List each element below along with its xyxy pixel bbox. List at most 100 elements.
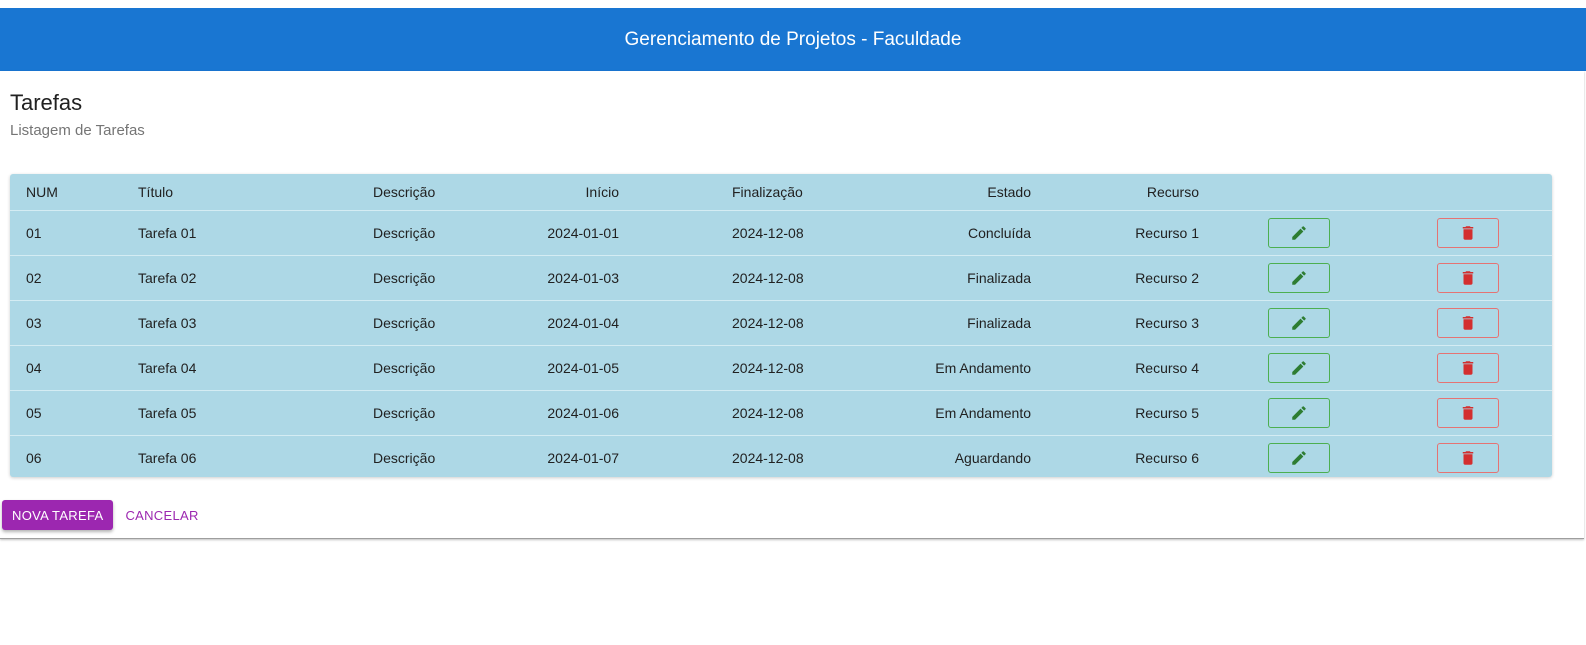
- delete-button[interactable]: [1437, 263, 1499, 293]
- cell-start: 2024-01-05: [547, 360, 619, 376]
- header-resource: Recurso: [1146, 184, 1199, 200]
- table-header-row: NUM Título Descrição Início Finalização …: [10, 174, 1552, 211]
- cell-description: Descrição: [373, 270, 436, 286]
- cell-title: Tarefa 04: [138, 360, 197, 376]
- cell-delete: [1437, 391, 1499, 435]
- card-title: Tarefas: [10, 90, 83, 115]
- tasks-card: Tarefas Listagem de Tarefas NUM Título D…: [0, 71, 1584, 539]
- header-num: NUM: [26, 184, 58, 200]
- cell-description: Descrição: [373, 225, 436, 241]
- edit-button[interactable]: [1268, 218, 1330, 248]
- cell-edit: [1268, 256, 1330, 300]
- cell-num: 05: [26, 405, 42, 421]
- cell-status: Finalizada: [967, 315, 1031, 331]
- delete-button[interactable]: [1437, 308, 1499, 338]
- cell-title: Tarefa 05: [138, 405, 197, 421]
- cell-description: Descrição: [373, 360, 436, 376]
- cell-edit: [1268, 211, 1330, 255]
- table-row: 05 Tarefa 05 Descrição 2024-01-06 2024-1…: [10, 391, 1552, 436]
- table-row: 06 Tarefa 06 Descrição 2024-01-07 2024-1…: [10, 436, 1552, 477]
- header-status: Estado: [987, 184, 1031, 200]
- cell-num: 01: [26, 225, 42, 241]
- cancel-button[interactable]: CANCELAR: [125, 500, 198, 530]
- cell-description: Descrição: [373, 315, 436, 331]
- cell-description: Descrição: [373, 450, 436, 466]
- table-row: 01 Tarefa 01 Descrição 2024-01-01 2024-1…: [10, 211, 1552, 256]
- cell-resource: Recurso 2: [1135, 270, 1199, 286]
- trash-icon: [1462, 361, 1474, 375]
- cell-start: 2024-01-06: [547, 405, 619, 421]
- pencil-icon: [1292, 271, 1306, 285]
- cell-status: Concluída: [967, 225, 1031, 241]
- edit-button[interactable]: [1268, 308, 1330, 338]
- cell-edit: [1268, 301, 1330, 345]
- delete-button[interactable]: [1437, 443, 1499, 473]
- table-row: 04 Tarefa 04 Descrição 2024-01-05 2024-1…: [10, 346, 1552, 391]
- cell-status: Aguardando: [954, 450, 1031, 466]
- delete-button[interactable]: [1437, 353, 1499, 383]
- cell-start: 2024-01-04: [547, 315, 619, 331]
- cell-start: 2024-01-03: [547, 270, 619, 286]
- cell-delete: [1437, 301, 1499, 345]
- cell-edit: [1268, 391, 1330, 435]
- cell-title: Tarefa 02: [138, 270, 197, 286]
- pencil-icon: [1292, 226, 1306, 240]
- cell-end: 2024-12-08: [732, 270, 804, 286]
- header-end: Finalização: [732, 184, 803, 200]
- cell-edit: [1268, 436, 1330, 477]
- cell-start: 2024-01-01: [547, 225, 619, 241]
- cell-delete: [1437, 346, 1499, 390]
- trash-icon: [1462, 406, 1474, 420]
- pencil-icon: [1292, 406, 1306, 420]
- cell-resource: Recurso 3: [1135, 315, 1199, 331]
- cell-resource: Recurso 6: [1135, 450, 1199, 466]
- cell-delete: [1437, 211, 1499, 255]
- header-title: Título: [138, 184, 174, 200]
- cell-delete: [1437, 436, 1499, 477]
- cell-title: Tarefa 03: [138, 315, 197, 331]
- trash-icon: [1462, 226, 1474, 240]
- cell-end: 2024-12-08: [732, 315, 804, 331]
- cell-end: 2024-12-08: [732, 360, 804, 376]
- page: Gerenciamento de Projetos - Faculdade Ta…: [0, 0, 1586, 645]
- cell-num: 02: [26, 270, 42, 286]
- card-subtitle: Listagem de Tarefas: [10, 122, 145, 139]
- header-description: Descrição: [373, 184, 436, 200]
- table-row: 03 Tarefa 03 Descrição 2024-01-04 2024-1…: [10, 301, 1552, 346]
- app-bar: Gerenciamento de Projetos - Faculdade: [0, 8, 1586, 71]
- table-body: 01 Tarefa 01 Descrição 2024-01-01 2024-1…: [10, 211, 1552, 477]
- cell-status: Em Andamento: [935, 405, 1031, 421]
- pencil-icon: [1292, 361, 1306, 375]
- cell-start: 2024-01-07: [547, 450, 619, 466]
- cell-end: 2024-12-08: [732, 450, 804, 466]
- cell-resource: Recurso 5: [1135, 405, 1199, 421]
- cell-title: Tarefa 06: [138, 450, 197, 466]
- edit-button[interactable]: [1268, 398, 1330, 428]
- pencil-icon: [1292, 316, 1306, 330]
- cell-description: Descrição: [373, 405, 436, 421]
- trash-icon: [1462, 271, 1474, 285]
- trash-icon: [1462, 316, 1474, 330]
- new-task-button[interactable]: NOVA TAREFA: [2, 500, 114, 530]
- cell-num: 06: [26, 450, 42, 466]
- edit-button[interactable]: [1268, 443, 1330, 473]
- cell-resource: Recurso 4: [1135, 360, 1199, 376]
- cell-delete: [1437, 256, 1499, 300]
- cell-status: Em Andamento: [935, 360, 1031, 376]
- cell-num: 04: [26, 360, 42, 376]
- tasks-table: NUM Título Descrição Início Finalização …: [10, 174, 1552, 477]
- pencil-icon: [1292, 451, 1306, 465]
- form-actions: NOVA TAREFA CANCELAR: [2, 500, 199, 530]
- delete-button[interactable]: [1437, 218, 1499, 248]
- cell-edit: [1268, 346, 1330, 390]
- table-row: 02 Tarefa 02 Descrição 2024-01-03 2024-1…: [10, 256, 1552, 301]
- trash-icon: [1462, 451, 1474, 465]
- edit-button[interactable]: [1268, 263, 1330, 293]
- cell-title: Tarefa 01: [138, 225, 197, 241]
- cell-num: 03: [26, 315, 42, 331]
- cell-end: 2024-12-08: [732, 405, 804, 421]
- cell-end: 2024-12-08: [732, 225, 804, 241]
- edit-button[interactable]: [1268, 353, 1330, 383]
- delete-button[interactable]: [1437, 398, 1499, 428]
- header-start: Início: [585, 184, 619, 200]
